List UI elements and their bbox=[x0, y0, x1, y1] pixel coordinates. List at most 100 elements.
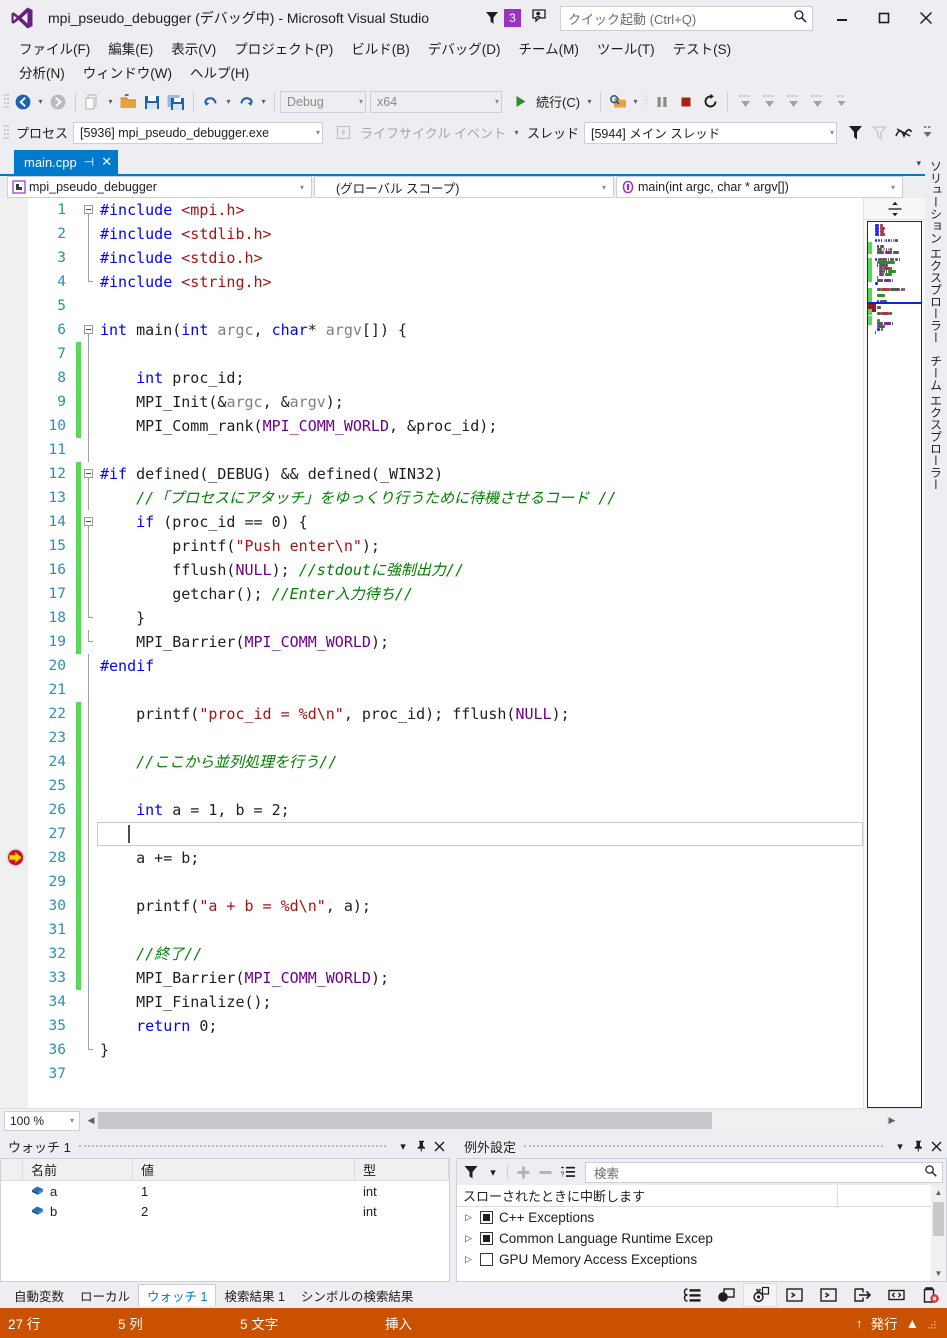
immediate-window-icon[interactable] bbox=[777, 1283, 811, 1307]
code-text[interactable]: //終了// bbox=[97, 942, 863, 966]
open-file-button[interactable] bbox=[116, 90, 140, 114]
expand-triangle-icon[interactable]: ▷ bbox=[463, 1254, 474, 1265]
save-button[interactable] bbox=[140, 90, 164, 114]
code-line[interactable]: 18 } bbox=[28, 606, 863, 630]
code-text[interactable]: int a = 1, b = 2; bbox=[97, 798, 863, 822]
code-text[interactable]: printf("a + b = %d\n", a); bbox=[97, 894, 863, 918]
send-feedback-icon[interactable] bbox=[532, 9, 552, 27]
expand-triangle-icon[interactable]: ▷ bbox=[463, 1212, 474, 1223]
split-view-button[interactable] bbox=[864, 198, 925, 220]
filter-dropdown-icon[interactable]: ▾ bbox=[484, 1163, 502, 1181]
step-over-button[interactable] bbox=[757, 90, 781, 114]
outlining-glyph[interactable] bbox=[81, 726, 97, 750]
redo-button[interactable] bbox=[234, 90, 258, 114]
code-text[interactable]: MPI_Barrier(MPI_COMM_WORLD); bbox=[97, 630, 863, 654]
code-text[interactable]: #include <mpi.h> bbox=[97, 198, 863, 222]
menu-build[interactable]: ビルド(B) bbox=[342, 36, 419, 60]
code-text[interactable]: return 0; bbox=[97, 1014, 863, 1038]
hscroll-track[interactable] bbox=[98, 1112, 885, 1129]
code-line[interactable]: 35 return 0; bbox=[28, 1014, 863, 1038]
outlining-glyph[interactable] bbox=[81, 1062, 97, 1086]
breakpoints-icon[interactable] bbox=[709, 1283, 743, 1307]
exception-checkbox[interactable] bbox=[480, 1253, 493, 1266]
code-line[interactable]: 22 printf("proc_id = %d\n", proc_id); ff… bbox=[28, 702, 863, 726]
publish-expand-icon[interactable]: ▲ bbox=[906, 1316, 919, 1331]
notification-flag-icon[interactable] bbox=[484, 10, 500, 26]
code-line[interactable]: 1 #include <mpi.h> bbox=[28, 198, 863, 222]
outlining-glyph[interactable] bbox=[81, 942, 97, 966]
toolbar-overflow-button[interactable] bbox=[829, 90, 853, 114]
code-line[interactable]: 5 bbox=[28, 294, 863, 318]
scroll-down-icon[interactable]: ▼ bbox=[935, 1266, 943, 1281]
outlining-glyph[interactable] bbox=[81, 798, 97, 822]
solution-configuration-combo[interactable]: Debug ▾ bbox=[280, 90, 366, 113]
code-lines[interactable]: 1 #include <mpi.h> 2 #include <stdlib.h> 3 #i… bbox=[28, 198, 863, 1086]
code-line[interactable]: 31 bbox=[28, 918, 863, 942]
scroll-right-icon[interactable]: ▶ bbox=[885, 1115, 899, 1126]
exception-row-clr[interactable]: ▷ Common Language Runtime Excep bbox=[457, 1228, 946, 1249]
attach-to-process-button[interactable] bbox=[606, 90, 630, 114]
code-line[interactable]: 12 #if defined(_DEBUG) && defined(_WIN32) bbox=[28, 462, 863, 486]
code-definition-window-icon[interactable] bbox=[879, 1283, 913, 1307]
outlining-glyph[interactable] bbox=[81, 918, 97, 942]
exception-checkbox[interactable] bbox=[480, 1211, 493, 1224]
code-line[interactable]: 33 MPI_Barrier(MPI_COMM_WORLD); bbox=[28, 966, 863, 990]
code-line[interactable]: 30 printf("a + b = %d\n", a); bbox=[28, 894, 863, 918]
vtab-solution-explorer[interactable]: ソリューション エクスプローラー bbox=[926, 154, 947, 349]
code-line[interactable]: 23 bbox=[28, 726, 863, 750]
project-scope-combo[interactable]: mpi_pseudo_debugger ▾ bbox=[7, 176, 312, 198]
code-line[interactable]: 36} bbox=[28, 1038, 863, 1062]
outlining-glyph[interactable] bbox=[81, 246, 97, 270]
new-project-button[interactable] bbox=[81, 90, 105, 114]
stop-debugging-button[interactable] bbox=[674, 90, 698, 114]
tab-watch-1[interactable]: ウォッチ 1 bbox=[138, 1284, 217, 1306]
code-line[interactable]: 26 int a = 1, b = 2; bbox=[28, 798, 863, 822]
code-text[interactable]: MPI_Barrier(MPI_COMM_WORLD); bbox=[97, 966, 863, 990]
collapse-box-icon[interactable] bbox=[84, 205, 93, 214]
menu-debug[interactable]: デバッグ(D) bbox=[419, 36, 510, 60]
code-text[interactable]: printf("Push enter\n"); bbox=[97, 534, 863, 558]
command-window-icon[interactable] bbox=[811, 1283, 845, 1307]
filter-icon[interactable] bbox=[460, 1163, 482, 1181]
collapse-box-icon[interactable] bbox=[84, 469, 93, 478]
redo-dropdown[interactable]: ▾ bbox=[258, 91, 269, 113]
code-text[interactable]: //「プロセスにアタッチ」をゆっくり行うために待機させるコード // bbox=[97, 486, 863, 510]
menu-edit[interactable]: 編集(E) bbox=[99, 36, 162, 60]
collapse-box-icon[interactable] bbox=[84, 325, 93, 334]
outlining-glyph[interactable] bbox=[81, 894, 97, 918]
add-exception-icon[interactable] bbox=[513, 1163, 533, 1181]
code-text[interactable]: MPI_Comm_rank(MPI_COMM_WORLD, &proc_id); bbox=[97, 414, 863, 438]
break-all-button[interactable] bbox=[650, 90, 674, 114]
menu-window[interactable]: ウィンドウ(W) bbox=[74, 60, 181, 84]
zoom-level-combo[interactable]: 100 % ▾ bbox=[4, 1110, 80, 1131]
collapse-box-icon[interactable] bbox=[84, 517, 93, 526]
outlining-glyph[interactable] bbox=[81, 966, 97, 990]
outlining-glyph[interactable] bbox=[81, 366, 97, 390]
exception-row-cpp[interactable]: ▷ C++ Exceptions bbox=[457, 1207, 946, 1228]
code-text[interactable]: int main(int argc, char* argv[]) { bbox=[97, 318, 863, 342]
tab-symbol-results[interactable]: シンボルの検索結果 bbox=[293, 1284, 422, 1306]
code-text[interactable]: } bbox=[97, 606, 863, 630]
watch-header-name[interactable]: 名前 bbox=[23, 1159, 133, 1180]
debug-toolbar-grip[interactable] bbox=[2, 123, 11, 143]
quick-launch-input[interactable]: クイック起動 (Ctrl+Q) bbox=[560, 5, 813, 31]
outlining-glyph[interactable] bbox=[81, 486, 97, 510]
menu-help[interactable]: ヘルプ(H) bbox=[181, 60, 258, 84]
code-text[interactable]: int proc_id; bbox=[97, 366, 863, 390]
flag-filter-button[interactable] bbox=[843, 121, 867, 145]
solution-platform-combo[interactable]: x64 ▾ bbox=[370, 90, 502, 113]
thread-combo[interactable]: [5944] メイン スレッド ▾ bbox=[584, 121, 837, 144]
continue-play-icon[interactable] bbox=[508, 90, 532, 114]
outlining-glyph[interactable] bbox=[81, 606, 97, 630]
code-line[interactable]: 2 #include <stdlib.h> bbox=[28, 222, 863, 246]
vtab-team-explorer[interactable]: チーム エクスプローラー bbox=[926, 349, 947, 496]
exception-panel-close-button[interactable] bbox=[927, 1137, 945, 1155]
code-line[interactable]: 11 bbox=[28, 438, 863, 462]
outlining-glyph[interactable] bbox=[81, 438, 97, 462]
outlining-glyph[interactable] bbox=[81, 678, 97, 702]
watch-header-type[interactable]: 型 bbox=[355, 1159, 449, 1180]
menu-project[interactable]: プロジェクト(P) bbox=[225, 36, 342, 60]
code-text[interactable]: //ここから並列処理を行う// bbox=[97, 750, 863, 774]
outlining-glyph[interactable] bbox=[81, 390, 97, 414]
new-project-dropdown[interactable]: ▾ bbox=[105, 91, 116, 113]
